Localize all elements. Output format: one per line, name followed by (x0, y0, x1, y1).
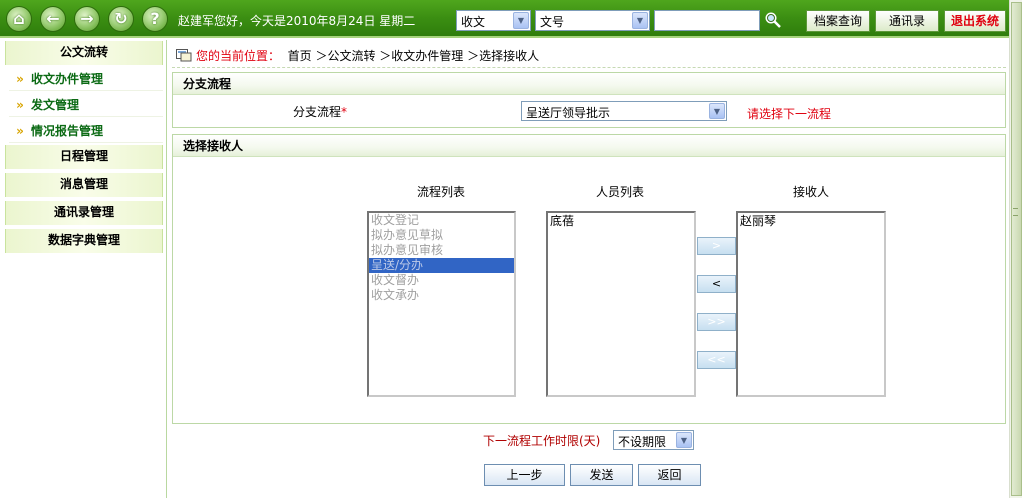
process-option-selected[interactable]: 呈送/分办 (369, 258, 514, 273)
process-option[interactable]: 收文登记 (369, 213, 514, 228)
branch-section-title: 分支流程 (173, 73, 1005, 95)
branch-field-label: 分支流程* (293, 103, 347, 120)
divider (172, 67, 1006, 68)
sidebar-item-label: 发文管理 (31, 98, 80, 112)
archive-query-button[interactable]: 档案查询 (806, 10, 870, 32)
send-button[interactable]: 发送 (570, 464, 633, 486)
process-listbox[interactable]: 收文登记 拟办意见草拟 拟办意见审核 呈送/分办 收文督办 收文承办 (367, 211, 516, 397)
scrollbar-thumb[interactable] (1011, 2, 1022, 496)
search-category-select[interactable]: 收文 ▼ (456, 10, 531, 31)
home-icon[interactable]: ⌂ (6, 6, 32, 32)
receiver-listbox[interactable]: 赵丽琴 (736, 211, 886, 397)
remove-all-receivers-button[interactable]: << (697, 351, 736, 369)
greeting-text: 赵建军您好，今天是2010年8月24日 星期二 (178, 14, 416, 28)
sidebar-group-document-flow[interactable]: 公文流转 (5, 41, 163, 65)
previous-step-button[interactable]: 上一步 (484, 464, 565, 486)
search-input[interactable] (654, 10, 760, 31)
breadcrumb-path: 首页 ＞公文流转 ＞收文办件管理 ＞选择接收人 (287, 49, 540, 63)
branch-process-select[interactable]: 呈送厅领导批示 ▼ (521, 101, 727, 121)
sidebar-group-contacts[interactable]: 通讯录管理 (5, 201, 163, 225)
receiver-option[interactable]: 赵丽琴 (738, 214, 884, 229)
sidebar-item-status-reports[interactable]: » 情况报告管理 (9, 119, 163, 143)
location-icon (176, 49, 192, 62)
process-option[interactable]: 收文承办 (369, 288, 514, 303)
help-icon[interactable]: ? (142, 6, 168, 32)
chevron-down-icon[interactable]: ▼ (513, 12, 529, 29)
scrollbar-grip-icon (1013, 208, 1018, 216)
sidebar-group-data-dictionary[interactable]: 数据字典管理 (5, 229, 163, 253)
search-icon[interactable] (764, 11, 782, 29)
search-field-value: 文号 (540, 15, 565, 29)
sidebar-group-schedule[interactable]: 日程管理 (5, 145, 163, 169)
contacts-button[interactable]: 通讯录 (875, 10, 939, 32)
person-option[interactable]: 底蓓 (548, 214, 694, 229)
deadline-label: 下一流程工作时限(天) (483, 434, 601, 448)
sidebar-item-label: 收文办件管理 (31, 72, 104, 86)
process-list-title: 流程列表 (417, 185, 466, 199)
branch-label-text: 分支流程 (293, 105, 342, 119)
receiver-section-title: 选择接收人 (173, 135, 1005, 157)
vertical-scrollbar[interactable] (1009, 0, 1022, 498)
sidebar-item-outgoing-docs[interactable]: » 发文管理 (9, 93, 163, 117)
double-chevron-icon: » (16, 98, 24, 112)
back-arrow-icon[interactable]: ← (40, 6, 66, 32)
process-option[interactable]: 拟办意见草拟 (369, 228, 514, 243)
logout-button[interactable]: 退出系统 (944, 10, 1006, 32)
add-receiver-button[interactable]: > (697, 237, 736, 255)
process-option[interactable]: 拟办意见审核 (369, 243, 514, 258)
top-toolbar: ⌂ ← → ↻ ? 赵建军您好，今天是2010年8月24日 星期二 收文 ▼ 文… (0, 0, 1022, 38)
deadline-select[interactable]: 不设期限 ▼ (613, 430, 694, 450)
chevron-down-icon[interactable]: ▼ (632, 12, 648, 29)
required-mark: * (341, 105, 348, 119)
sidebar-item-label: 情况报告管理 (31, 124, 104, 138)
person-list-title: 人员列表 (596, 185, 645, 199)
double-chevron-icon: » (16, 72, 24, 86)
return-button[interactable]: 返回 (638, 464, 701, 486)
search-field-select[interactable]: 文号 ▼ (535, 10, 650, 31)
branch-hint: 请选择下一流程 (747, 107, 832, 121)
sidebar-group-messages[interactable]: 消息管理 (5, 173, 163, 197)
receiver-list-title: 接收人 (793, 185, 830, 199)
breadcrumb: 您的当前位置： 首页 ＞公文流转 ＞收文办件管理 ＞选择接收人 (176, 47, 539, 65)
chevron-down-icon[interactable]: ▼ (676, 432, 692, 448)
remove-receiver-button[interactable]: < (697, 275, 736, 293)
chevron-down-icon[interactable]: ▼ (709, 103, 725, 119)
process-option[interactable]: 收文督办 (369, 273, 514, 288)
refresh-icon[interactable]: ↻ (108, 6, 134, 32)
add-all-receivers-button[interactable]: >> (697, 313, 736, 331)
person-listbox[interactable]: 底蓓 (546, 211, 696, 397)
search-category-value: 收文 (461, 15, 486, 29)
double-chevron-icon: » (16, 124, 24, 138)
branch-process-value: 呈送厅领导批示 (526, 106, 611, 120)
sidebar: 公文流转 » 收文办件管理 » 发文管理 » 情况报告管理 日程管理 消息管理 通讯录… (0, 40, 167, 498)
forward-arrow-icon[interactable]: → (74, 6, 100, 32)
breadcrumb-label: 您的当前位置： (196, 49, 281, 63)
deadline-value: 不设期限 (618, 435, 667, 449)
sidebar-item-incoming-docs[interactable]: » 收文办件管理 (9, 67, 163, 91)
